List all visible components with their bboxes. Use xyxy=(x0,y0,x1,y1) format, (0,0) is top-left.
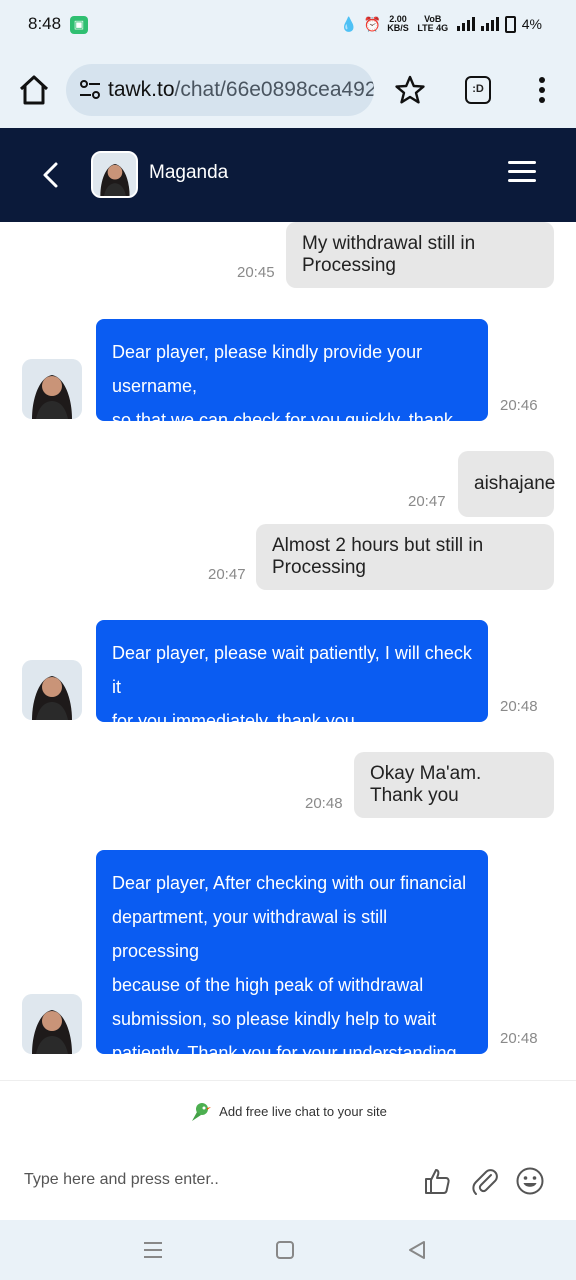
agent-photo xyxy=(93,153,136,196)
user-message: My withdrawal still in Processing xyxy=(286,222,554,288)
home-square-icon[interactable] xyxy=(273,1238,297,1262)
agent-message: Dear player, After checking with our fin… xyxy=(96,850,488,1063)
message-line: Dear player, please wait patiently, I wi… xyxy=(112,643,472,697)
agent-message: Dear player, please wait patiently, I wi… xyxy=(96,620,488,731)
back-arrow-icon[interactable] xyxy=(36,158,66,192)
agent-photo xyxy=(22,660,82,720)
user-message: Okay Ma'am. Thank you xyxy=(354,752,554,818)
message-composer xyxy=(0,1142,576,1220)
message-text: Almost 2 hours but still in Processing xyxy=(272,535,484,578)
bookmark-star-icon[interactable] xyxy=(394,74,426,106)
message-time: 20:45 xyxy=(237,264,275,281)
recents-menu-icon[interactable] xyxy=(141,1238,165,1262)
browser-menu-icon[interactable] xyxy=(534,74,550,106)
message-line: so that we can check for you quickly, th… xyxy=(112,410,453,464)
message-line: because of the high peak of withdrawal xyxy=(112,975,424,995)
status-indicators: 💧 ⏰ 2.00 KB/S VoB LTE 4G 4% xyxy=(340,15,542,33)
url-text: tawk.to/chat/66e0898cea4921 xyxy=(108,78,374,102)
message-list[interactable]: My withdrawal still in Processing 20:45 … xyxy=(0,222,576,1080)
system-nav-bar xyxy=(0,1220,576,1280)
paperclip-icon[interactable] xyxy=(470,1166,500,1196)
branding-text: Add free live chat to your site xyxy=(219,1104,387,1119)
status-time: 8:48 xyxy=(28,14,62,33)
user-message: Almost 2 hours but still in Processing xyxy=(256,524,554,590)
message-input[interactable] xyxy=(24,1164,404,1196)
agent-mini-avatar xyxy=(22,994,82,1054)
agent-avatar xyxy=(91,151,138,198)
status-bar: 8:48 ▣ 💧 ⏰ 2.00 KB/S VoB LTE 4G 4% xyxy=(0,0,576,52)
message-time: 20:46 xyxy=(500,397,538,414)
message-time: 20:48 xyxy=(500,698,538,715)
chat-header: Maganda xyxy=(0,128,576,222)
alarm-icon: ⏰ xyxy=(363,15,382,32)
home-icon[interactable] xyxy=(16,72,52,108)
agent-mini-avatar xyxy=(22,660,82,720)
thumbs-up-icon[interactable] xyxy=(422,1166,452,1196)
message-text: My withdrawal still in Processing xyxy=(302,233,476,276)
message-line: Dear player, please kindly provide your … xyxy=(112,342,423,396)
agent-message: Dear player, please kindly provide your … xyxy=(96,319,488,464)
battery-level: 4% xyxy=(521,16,542,32)
message-time: 20:47 xyxy=(408,493,446,510)
message-time: 20:48 xyxy=(305,795,343,812)
app-notification-icon: ▣ xyxy=(70,16,88,34)
message-line: patiently. Thank you for your understand… xyxy=(112,1043,457,1063)
browser-toolbar: tawk.to/chat/66e0898cea4921 :D xyxy=(0,52,576,128)
message-line: department, your withdrawal is still pro… xyxy=(112,907,388,961)
battery-icon xyxy=(504,15,516,33)
message-time: 20:47 xyxy=(208,566,246,583)
agent-photo xyxy=(22,994,82,1054)
message-line: Dear player, After checking with our fin… xyxy=(112,873,467,893)
url-path: /chat/66e0898cea4921 xyxy=(174,78,374,101)
chat-menu-icon[interactable] xyxy=(508,161,536,183)
agent-mini-avatar xyxy=(22,359,82,419)
speed-unit: KB/S xyxy=(387,23,409,33)
url-host: tawk.to xyxy=(108,78,175,101)
user-message: aishajane xyxy=(458,451,556,517)
branding-link[interactable]: Add free live chat to your site xyxy=(0,1080,576,1142)
message-line: for you immediately, thank you. xyxy=(112,711,360,731)
signal-icon xyxy=(456,17,475,31)
agent-photo xyxy=(22,359,82,419)
message-line: submission, so please kindly help to wai… xyxy=(112,1009,437,1029)
emoji-icon[interactable] xyxy=(515,1166,545,1196)
agent-name: Maganda xyxy=(149,162,229,183)
message-text: Okay Ma'am. Thank you xyxy=(370,763,482,806)
site-settings-icon[interactable] xyxy=(78,78,102,102)
signal-icon-2 xyxy=(480,17,499,31)
tab-switcher-button[interactable]: :D xyxy=(465,76,491,104)
network-speed: 2.00 KB/S xyxy=(387,15,409,33)
tawk-bird-icon xyxy=(192,1102,212,1121)
back-triangle-icon[interactable] xyxy=(405,1238,429,1262)
network-type: VoB LTE 4G xyxy=(417,14,449,33)
message-text: aishajane xyxy=(474,473,556,494)
data-saver-icon: 💧 xyxy=(340,15,358,32)
address-bar[interactable]: tawk.to/chat/66e0898cea4921 xyxy=(66,64,374,116)
message-time: 20:48 xyxy=(500,1030,538,1047)
